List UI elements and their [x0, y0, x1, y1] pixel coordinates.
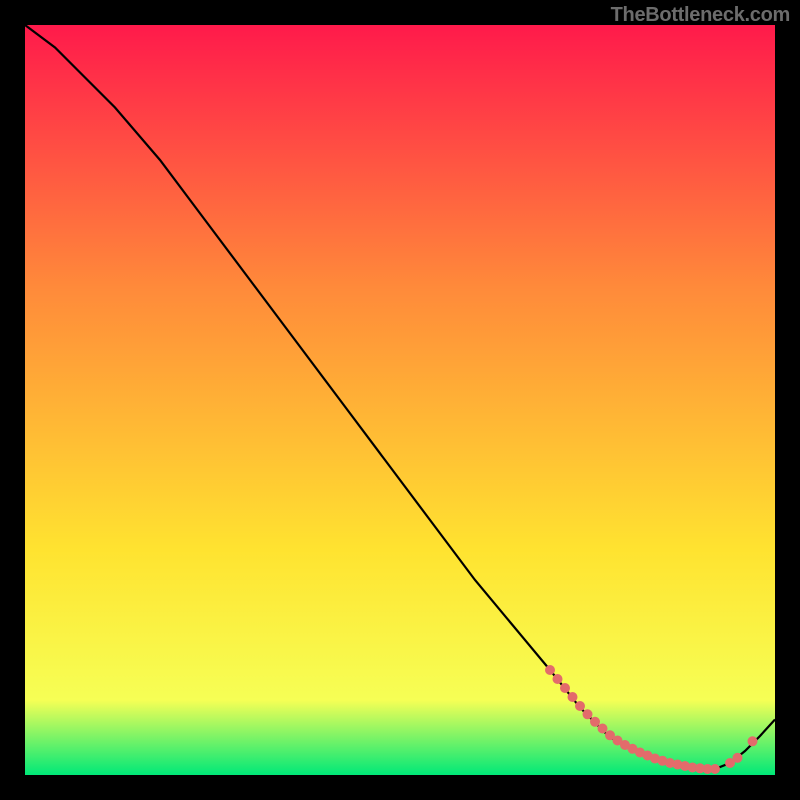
marker-dot: [598, 724, 608, 734]
marker-dot: [583, 709, 593, 719]
watermark-label: TheBottleneck.com: [611, 4, 790, 27]
marker-dot: [733, 753, 743, 763]
marker-dot: [568, 692, 578, 702]
bottleneck-chart: [25, 25, 775, 775]
marker-dot: [575, 701, 585, 711]
marker-dot: [710, 764, 720, 774]
chart-frame: TheBottleneck.com: [0, 0, 800, 800]
marker-dot: [590, 717, 600, 727]
marker-dot: [553, 674, 563, 684]
marker-dot: [545, 665, 555, 675]
marker-dot: [748, 736, 758, 746]
marker-dot: [560, 683, 570, 693]
gradient-background: [25, 25, 775, 775]
